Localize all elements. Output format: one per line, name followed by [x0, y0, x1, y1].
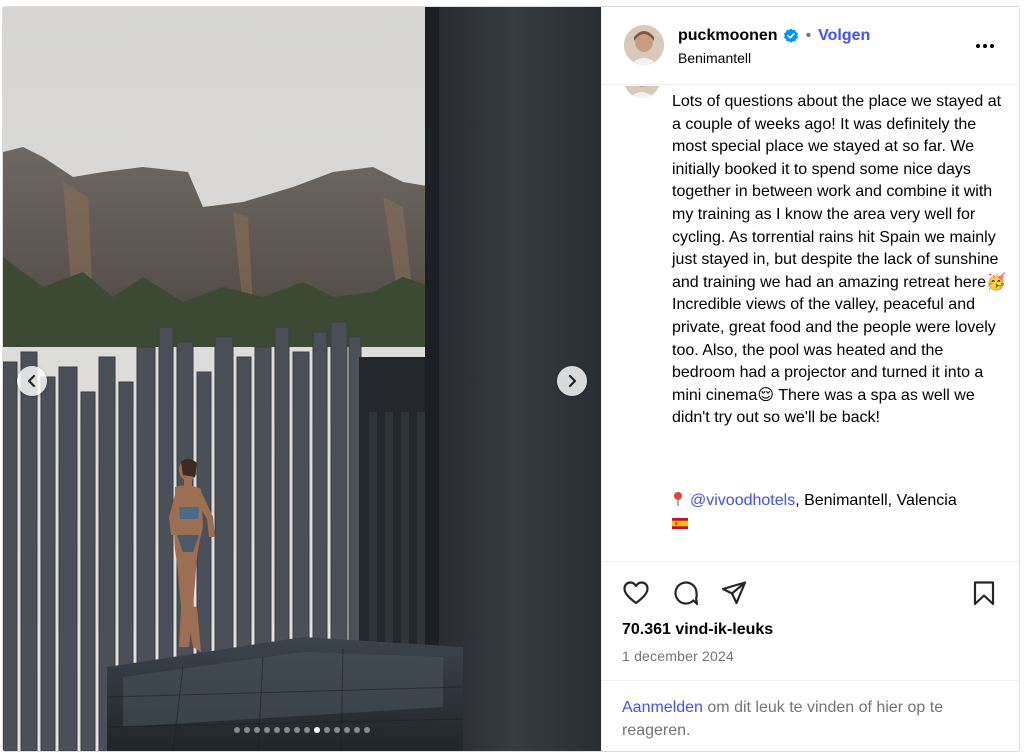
carousel-dot	[274, 727, 280, 733]
caption-location-line: @vivoodhotels, Benimantell, Valencia	[672, 490, 1012, 513]
next-image-button[interactable]	[557, 366, 587, 396]
chevron-left-icon	[27, 374, 36, 388]
carousel-dot	[244, 727, 250, 733]
caption-scroll-area[interactable]: Lots of questions about the place we sta…	[602, 86, 1019, 561]
like-button[interactable]	[622, 579, 654, 611]
likes-count[interactable]: 70.361 vind-ik-leuks	[622, 621, 773, 639]
post-date[interactable]: 1 december 2024	[622, 648, 734, 664]
share-button[interactable]	[720, 579, 752, 611]
carousel-dot	[304, 727, 310, 733]
more-options-icon[interactable]	[974, 41, 996, 51]
login-prompt: Aanmelden om dit leuk te vinden of hier …	[622, 697, 1002, 742]
avatar[interactable]	[624, 25, 664, 65]
comment-button[interactable]	[672, 579, 704, 611]
location-mention-link[interactable]: @vivoodhotels	[690, 492, 795, 509]
carousel-indicator	[3, 727, 601, 733]
carousel-dot	[314, 727, 320, 733]
carousel-dot	[294, 727, 300, 733]
bookmark-icon	[973, 581, 995, 606]
spain-flag-icon	[672, 518, 688, 529]
caption-avatar[interactable]	[624, 86, 660, 98]
divider	[602, 561, 1019, 562]
carousel-dot	[354, 727, 360, 733]
carousel-dot	[334, 727, 340, 733]
comment-icon	[674, 581, 699, 606]
carousel-dot	[364, 727, 370, 733]
chevron-right-icon	[568, 374, 577, 388]
username[interactable]: puckmoonen	[678, 27, 778, 45]
heart-icon	[623, 581, 649, 605]
save-button[interactable]	[970, 579, 1002, 611]
follow-button[interactable]: Volgen	[818, 27, 870, 45]
post-dialog: puckmoonen • Volgen Benimantell Lots of …	[2, 6, 1020, 752]
post-media	[3, 7, 601, 751]
pin-icon	[674, 492, 682, 506]
avatar-image	[624, 25, 664, 65]
post-actions	[602, 579, 1019, 611]
carousel-dot	[264, 727, 270, 733]
post-location[interactable]: Benimantell	[678, 50, 751, 66]
verified-badge-icon	[783, 28, 798, 43]
carousel-dot	[344, 727, 350, 733]
post-details-panel: puckmoonen • Volgen Benimantell Lots of …	[601, 7, 1019, 751]
location-suffix: , Benimantell, Valencia	[795, 492, 957, 509]
carousel-dot	[324, 727, 330, 733]
post-photo	[3, 7, 601, 751]
carousel-dot	[254, 727, 260, 733]
separator-dot: •	[805, 27, 812, 44]
previous-image-button[interactable]	[17, 366, 47, 396]
post-header: puckmoonen • Volgen Benimantell	[602, 7, 1019, 85]
carousel-dot	[234, 727, 240, 733]
login-link[interactable]: Aanmelden	[622, 699, 703, 716]
share-icon	[721, 581, 747, 605]
carousel-dot	[284, 727, 290, 733]
divider	[602, 680, 1019, 681]
post-caption: Lots of questions about the place we sta…	[672, 93, 1006, 427]
